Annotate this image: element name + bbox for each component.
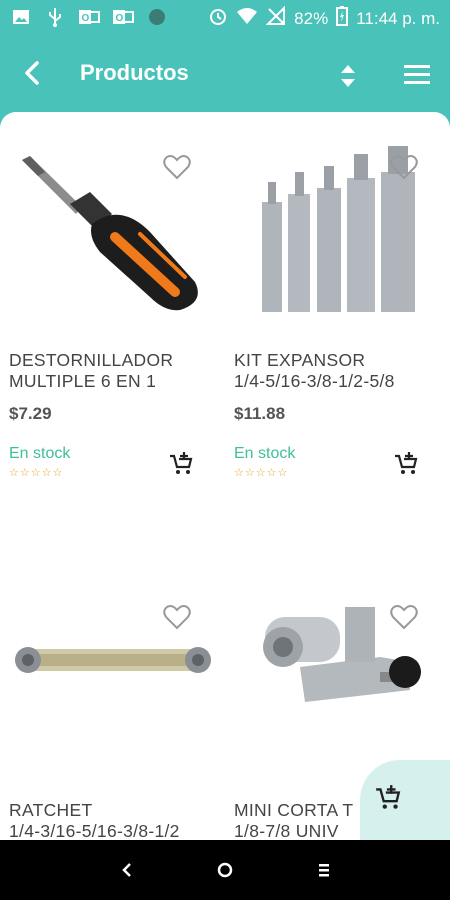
outlook-icon: O — [78, 6, 100, 28]
product-price: $7.29 — [9, 404, 52, 423]
cart-fab-button[interactable] — [360, 760, 450, 840]
circle-icon — [146, 6, 168, 28]
product-name: KIT EXPANSOR 1/4-5/16-3/8-1/2-5/8 — [234, 350, 449, 392]
product-image-screwdriver[interactable] — [0, 112, 225, 322]
product-name-line: 1/4-3/16-5/16-3/8-1/2 — [9, 821, 180, 840]
app-bar: Productos — [0, 36, 450, 112]
product-name-line: RATCHET — [9, 800, 93, 820]
star-rating: ☆☆☆☆☆ — [234, 467, 289, 479]
add-to-cart-icon[interactable] — [168, 451, 194, 477]
usb-icon — [44, 6, 66, 28]
stock-status: En stock — [9, 445, 71, 462]
shopping-cart-icon — [376, 785, 401, 809]
product-name: DESTORNILLADOR MULTIPLE 6 EN 1 — [9, 350, 224, 392]
alarm-icon — [208, 6, 228, 31]
no-signal-icon — [265, 5, 286, 31]
image-icon — [10, 6, 32, 28]
product-grid: DESTORNILLADOR MULTIPLE 6 EN 1 $7.29 En … — [0, 112, 450, 840]
product-name-line: 1/4-5/16-3/8-1/2-5/8 — [234, 371, 395, 391]
svg-text:O: O — [116, 13, 124, 24]
clock: 11:44 p. m. — [356, 8, 440, 28]
product-name-line: MULTIPLE 6 EN 1 — [9, 371, 157, 391]
favorite-heart-icon[interactable] — [163, 604, 191, 630]
status-bar: O O 82% 11:44 p. m. — [0, 0, 450, 36]
wifi-icon — [236, 7, 258, 30]
product-image-expander-kit[interactable] — [225, 112, 450, 322]
stock-status: En stock — [234, 445, 296, 462]
svg-text:O: O — [82, 13, 90, 24]
page-title: Productos — [80, 60, 189, 85]
sort-icon[interactable] — [336, 62, 360, 90]
add-to-cart-icon[interactable] — [393, 451, 419, 477]
favorite-heart-icon[interactable] — [390, 154, 418, 180]
nav-home-icon[interactable] — [213, 858, 237, 882]
product-name: RATCHET 1/4-3/16-5/16-3/8-1/2 — [9, 800, 224, 840]
hamburger-menu-icon[interactable] — [402, 62, 432, 88]
nav-recents-icon[interactable] — [312, 858, 336, 882]
product-name-line: DESTORNILLADOR — [9, 350, 174, 370]
product-name-line: KIT EXPANSOR — [234, 350, 366, 370]
product-image-ratchet-wrench[interactable] — [0, 562, 225, 772]
favorite-heart-icon[interactable] — [390, 604, 418, 630]
outlook-icon: O — [112, 6, 134, 28]
back-arrow-icon[interactable] — [18, 58, 48, 88]
product-image-tube-cutter[interactable] — [225, 562, 450, 772]
nav-back-icon[interactable] — [115, 858, 139, 882]
battery-text: 82% — [294, 8, 329, 28]
favorite-heart-icon[interactable] — [163, 154, 191, 180]
system-nav-bar — [0, 840, 450, 900]
product-price: $11.88 — [234, 404, 286, 423]
battery-charging-icon — [336, 6, 349, 31]
star-rating: ☆☆☆☆☆ — [9, 467, 64, 479]
